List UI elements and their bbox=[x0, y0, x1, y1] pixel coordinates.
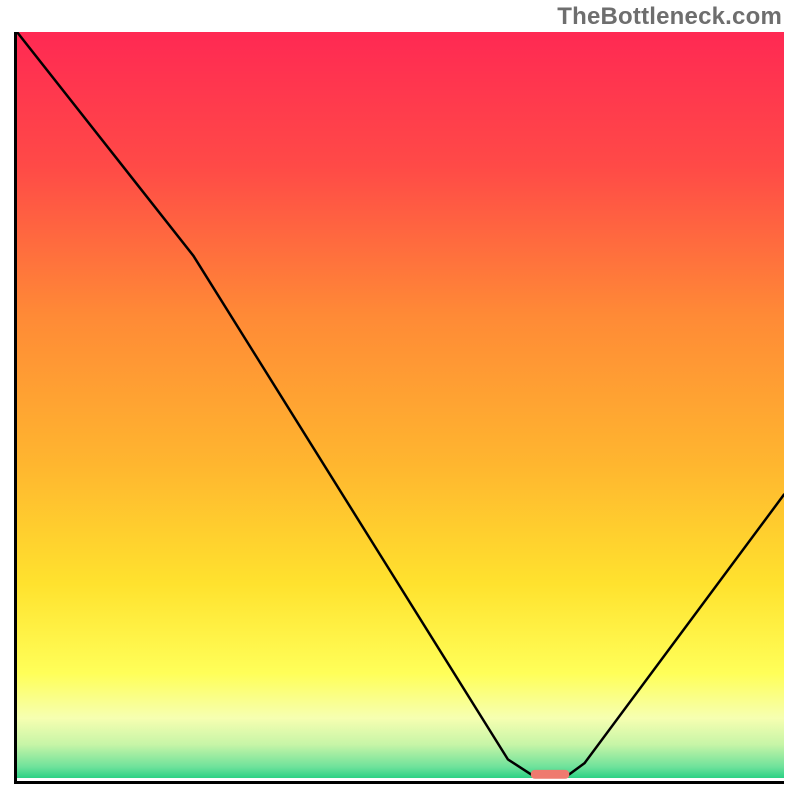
optimal-range-marker bbox=[531, 770, 569, 779]
bottleneck-chart bbox=[17, 32, 784, 781]
plot-area bbox=[14, 32, 784, 784]
heat-background bbox=[17, 32, 784, 778]
chart-frame: TheBottleneck.com bbox=[0, 0, 800, 800]
watermark-text: TheBottleneck.com bbox=[557, 3, 782, 31]
